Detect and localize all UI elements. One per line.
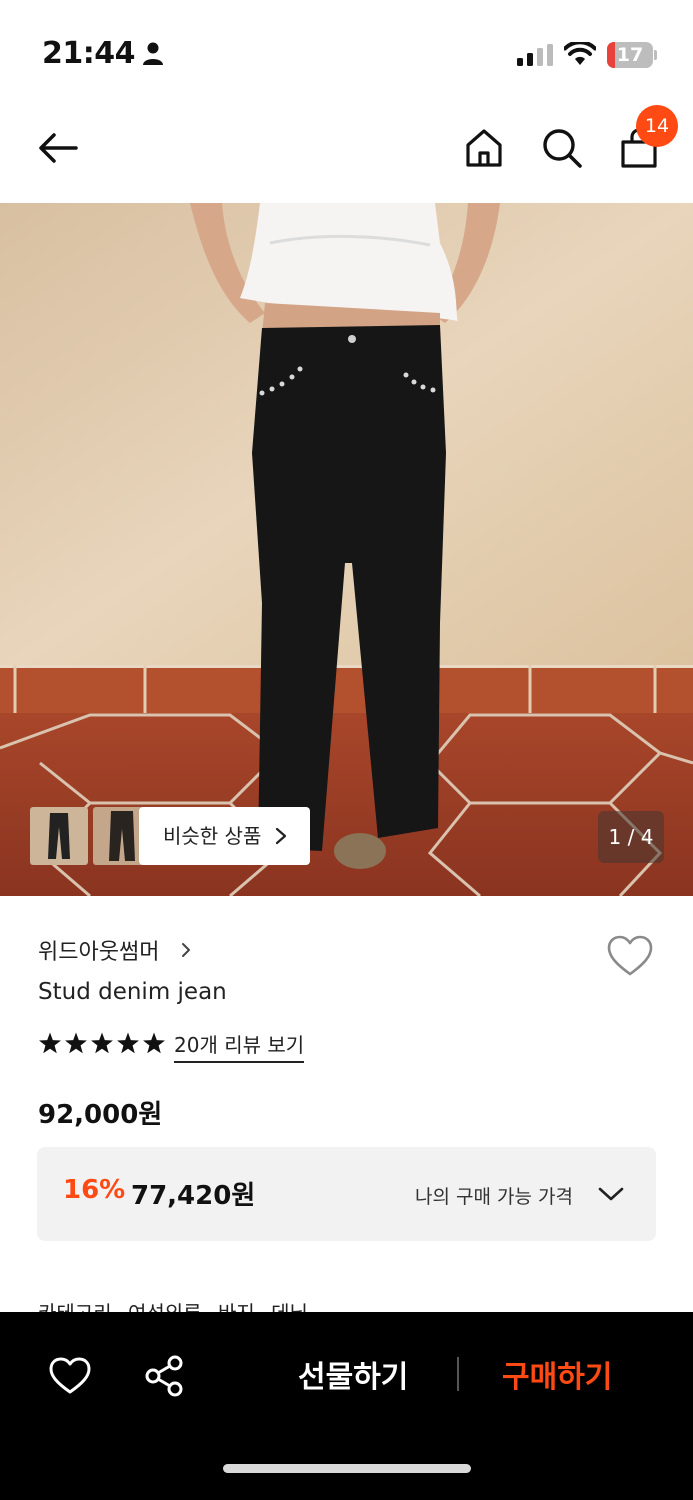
home-indicator [223, 1464, 471, 1473]
heart-icon[interactable] [48, 1356, 92, 1396]
top-nav: 14 [0, 100, 693, 203]
star-icon [39, 1032, 61, 1054]
buy-button[interactable]: 구매하기 [502, 1352, 612, 1396]
star-icon [91, 1032, 113, 1054]
chevron-right-icon [275, 827, 287, 845]
divider [457, 1357, 459, 1391]
my-price-panel[interactable]: 16% 77,420원 나의 구매 가능 가격 [37, 1147, 656, 1241]
similar-products-label: 비슷한 상품 [163, 824, 262, 848]
category-item[interactable]: 여성의류 [128, 1301, 202, 1312]
category-label: 카테고리 [38, 1301, 112, 1312]
bottom-action-bar: 선물하기 구매하기 [0, 1312, 693, 1500]
share-icon[interactable] [143, 1354, 187, 1398]
discount-price: 77,420원 [131, 1181, 256, 1211]
gallery-thumbnail[interactable] [30, 807, 88, 865]
star-icon [65, 1032, 87, 1054]
wifi-icon [564, 42, 596, 65]
chevron-right-icon [182, 943, 190, 957]
battery-level: 17 [616, 44, 644, 66]
product-name: Stud denim jean [38, 979, 227, 1005]
star-icon [143, 1032, 165, 1054]
gift-button[interactable]: 선물하기 [298, 1352, 408, 1396]
my-price-label: 나의 구매 가능 가격 [415, 1186, 573, 1208]
rating-stars [39, 1032, 165, 1054]
heart-icon[interactable] [606, 934, 654, 978]
category-item[interactable]: 데님 [271, 1301, 308, 1312]
battery-icon: 17 [607, 42, 657, 68]
cart-count-badge: 14 [636, 105, 678, 147]
home-icon[interactable] [462, 126, 506, 170]
back-arrow-icon[interactable] [36, 126, 80, 170]
original-price: 92,000원 [38, 1100, 163, 1130]
brand-link[interactable]: 위드아웃썸머 [38, 934, 159, 966]
search-icon[interactable] [540, 126, 584, 170]
similar-products-button[interactable]: 비슷한 상품 [139, 807, 310, 865]
discount-percent: 16% [63, 1175, 126, 1205]
star-icon [117, 1032, 139, 1054]
status-bar: 21:44 17 [0, 0, 693, 100]
category-breadcrumb: 카테고리 여성의류 바지 데님 [38, 1298, 318, 1312]
review-link[interactable]: 20개 리뷰 보기 [174, 1029, 305, 1063]
signal-icon [517, 44, 553, 66]
chevron-down-icon [598, 1187, 624, 1201]
product-image-carousel[interactable]: 비슷한 상품 1 / 4 [0, 203, 693, 896]
category-item[interactable]: 바지 [218, 1301, 255, 1312]
product-photo [0, 203, 693, 896]
image-counter: 1 / 4 [598, 811, 664, 863]
person-icon [143, 42, 163, 65]
status-time: 21:44 [42, 36, 136, 71]
